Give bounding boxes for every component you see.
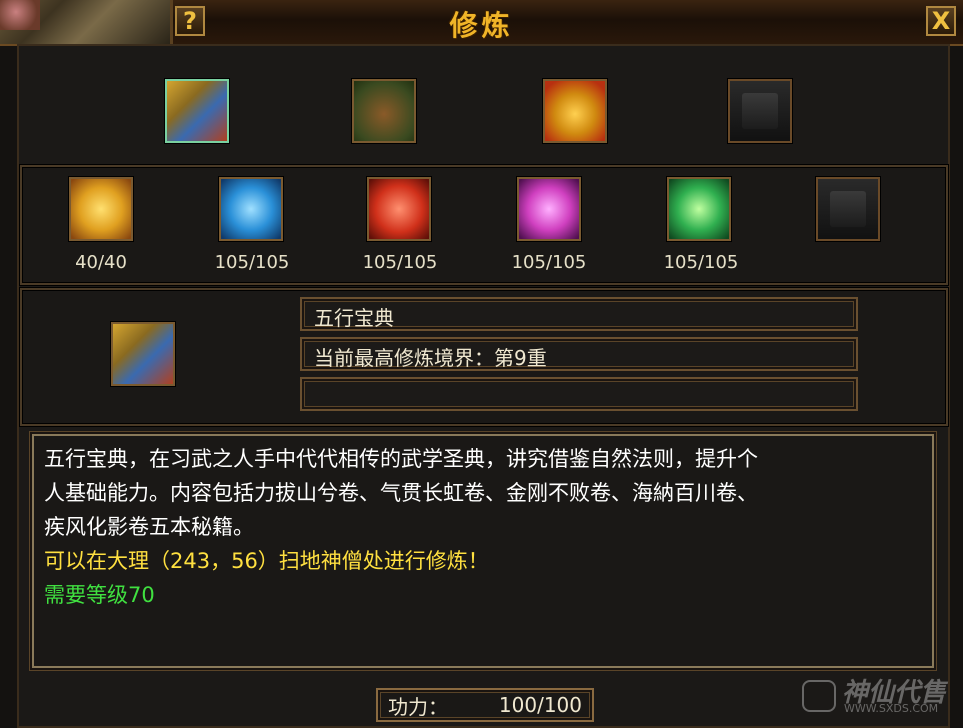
empty-slot-icon[interactable] [728, 79, 792, 143]
blue-book-count: 105/105 [214, 252, 290, 273]
extra-field [300, 377, 858, 411]
window-title: 修炼 [449, 9, 514, 42]
close-button[interactable]: X [926, 6, 956, 36]
red-book-icon[interactable] [367, 177, 431, 241]
description-line-1: 五行宝典，在习武之人手中代代相传的武学圣典，讲究借鉴自然法则，提升个 [44, 447, 758, 471]
selected-book-icon [111, 322, 175, 386]
location-text: 可以在大理（243，56）扫地神僧处进行修炼！ [44, 549, 489, 573]
gold-book-icon[interactable] [69, 177, 133, 241]
description-box: 五行宝典，在习武之人手中代代相传的武学圣典，讲究借鉴自然法则，提升个 人基础能力… [32, 434, 934, 668]
scroll-bundle-icon[interactable] [352, 79, 416, 143]
power-box: 功力： 100/100 [376, 688, 594, 722]
empty-book-slot-icon[interactable] [816, 177, 880, 241]
power-value: 100/100 [498, 693, 582, 717]
watermark-logo-icon [802, 680, 836, 712]
book-icon[interactable] [165, 79, 229, 143]
description-line-3: 疾风化影卷五本秘籍。 [44, 515, 254, 539]
gold-pile-icon[interactable] [543, 79, 607, 143]
pink-book-icon[interactable] [517, 177, 581, 241]
book-name-field: 五行宝典 [300, 297, 858, 331]
books-panel [20, 165, 948, 285]
watermark-url: WWW.SXDS.COM [844, 702, 939, 715]
realm-field: 当前最高修炼境界：第9重 [300, 337, 858, 371]
blue-book-icon[interactable] [219, 177, 283, 241]
power-label: 功力： [388, 694, 448, 719]
description-line-2: 人基础能力。内容包括力拔山兮卷、气贯长虹卷、金刚不败卷、海納百川卷、 [44, 481, 758, 505]
gold-book-count: 40/40 [75, 252, 127, 273]
green-book-count: 105/105 [663, 252, 739, 273]
requirement-text: 需要等级70 [44, 583, 155, 607]
watermark: 神仙代售 WWW.SXDS.COM [800, 672, 960, 722]
pink-book-count: 105/105 [511, 252, 587, 273]
green-book-icon[interactable] [667, 177, 731, 241]
red-book-count: 105/105 [362, 252, 438, 273]
